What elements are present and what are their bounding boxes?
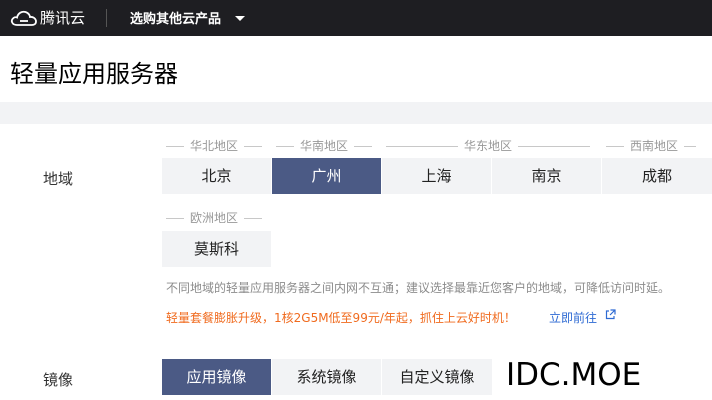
external-link-icon[interactable] (605, 309, 616, 320)
tab-app-image[interactable]: 应用镜像 (162, 359, 271, 395)
caret-down-icon[interactable] (235, 16, 245, 21)
region-note: 不同地域的轻量应用服务器之间内网不互通；建议选择最靠近您客户的地域，可降低访问时… (166, 281, 671, 295)
region-group-north: 华北地区 (166, 138, 263, 154)
nav-divider (106, 9, 107, 27)
cloud-icon[interactable] (9, 8, 39, 28)
promo-text: 轻量套餐膨胀升级，1核2G5M低至99元/年起，抓住上云好时机！ (166, 311, 516, 325)
region-option-nanjing[interactable]: 南京 (492, 158, 601, 194)
region-label: 地域 (43, 170, 74, 188)
brand-name[interactable]: 腾讯云 (40, 7, 85, 28)
region-option-shanghai[interactable]: 上海 (382, 158, 491, 194)
region-option-beijing[interactable]: 北京 (162, 158, 271, 194)
tab-system-image[interactable]: 系统镜像 (272, 359, 381, 395)
promo-link[interactable]: 立即前往 (549, 309, 597, 326)
other-products-menu[interactable]: 选购其他云产品 (130, 8, 221, 27)
page-title: 轻量应用服务器 (10, 60, 178, 88)
region-group-south: 华南地区 (276, 138, 373, 154)
region-option-chengdu[interactable]: 成都 (602, 158, 712, 194)
region-group-europe: 欧洲地区 (166, 210, 263, 226)
region-group-southwest: 西南地区 (606, 138, 697, 154)
region-option-guangzhou[interactable]: 广州 (272, 158, 381, 194)
region-group-east: 华东地区 (386, 138, 591, 154)
region-option-moscow[interactable]: 莫斯科 (162, 231, 271, 267)
tab-custom-image[interactable]: 自定义镜像 (382, 359, 492, 395)
watermark: IDC.MOE (506, 357, 642, 393)
image-label: 镜像 (43, 371, 74, 389)
